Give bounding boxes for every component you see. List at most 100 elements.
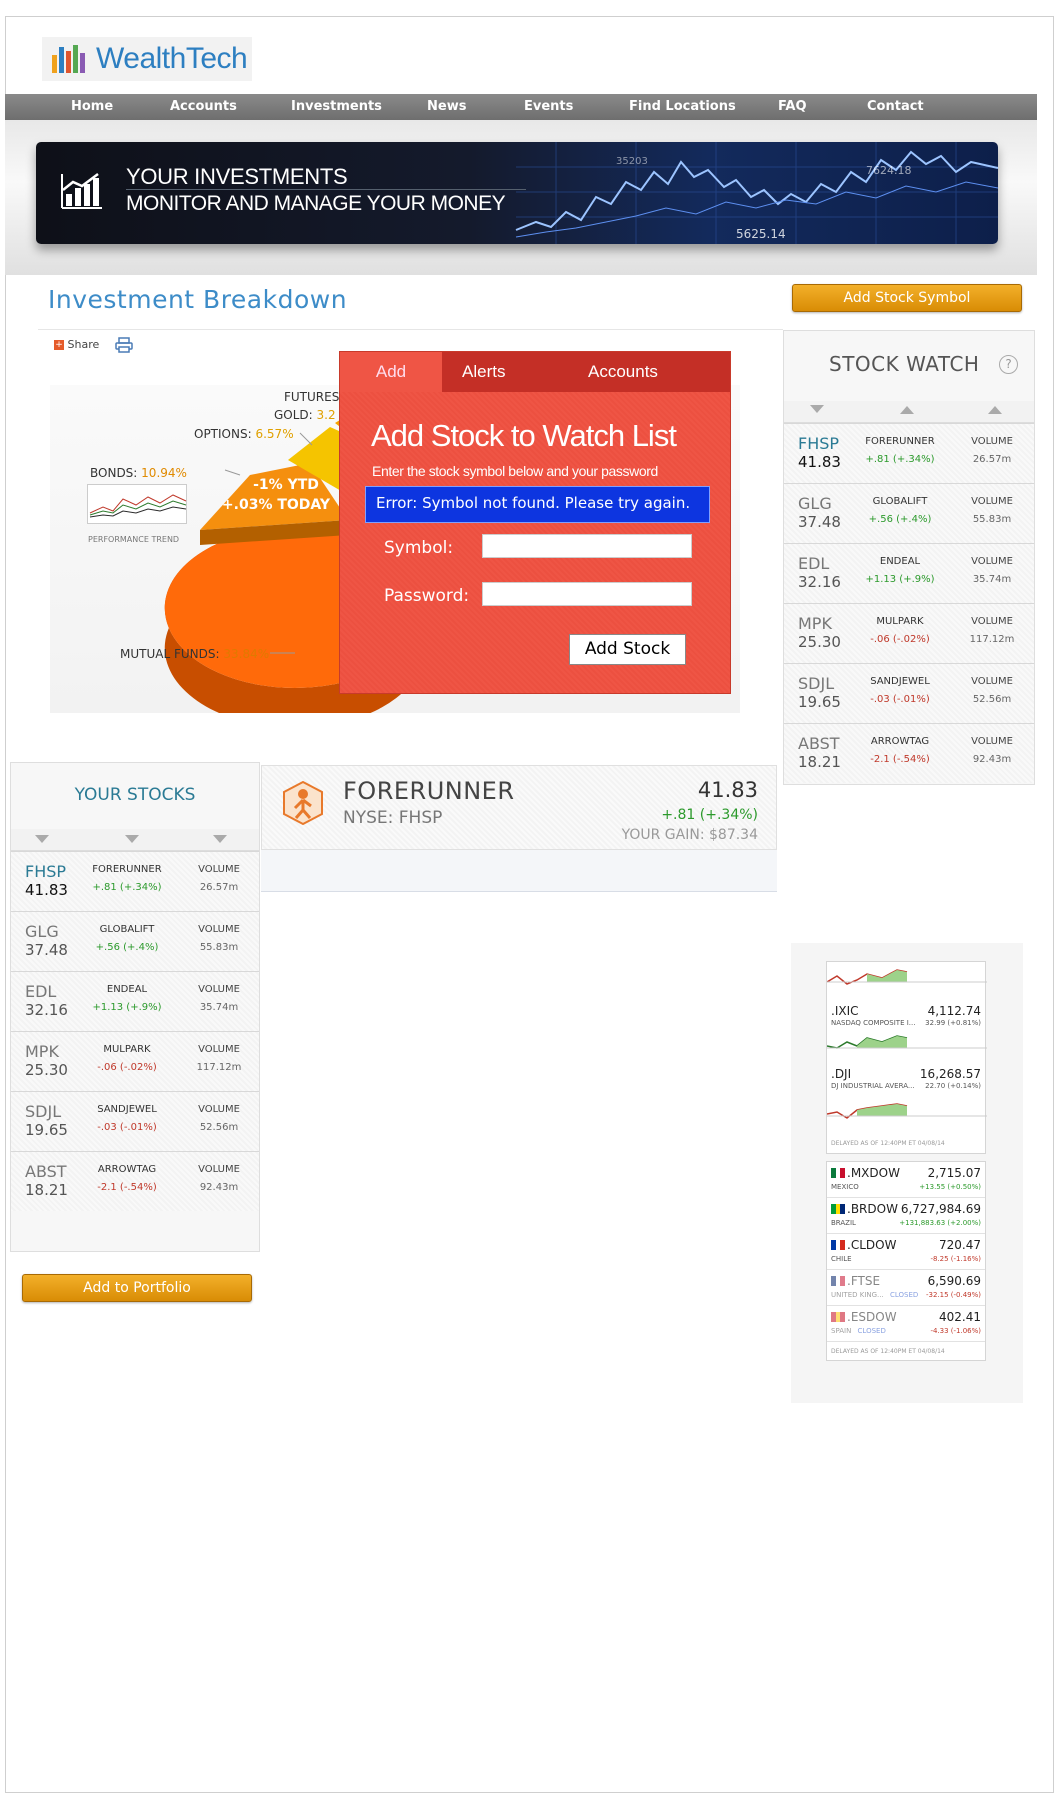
sort-down-icon[interactable] — [35, 835, 49, 843]
label-bonds: BONDS: 10.94% — [90, 466, 187, 480]
market-symbol: .MXDOW — [847, 1166, 900, 1180]
stock-symbol: FHSP — [25, 862, 67, 881]
add-to-portfolio-button[interactable]: Add to Portfolio — [22, 1274, 252, 1302]
help-icon[interactable]: ? — [999, 355, 1018, 374]
stock-row[interactable]: FHSP 41.83 FORERUNNER +.81 (+.34%) VOLUME 26.… — [784, 423, 1034, 483]
stock-change: -.06 (-.02%) — [870, 634, 930, 645]
label-mutual-funds: MUTUAL FUNDS: 33.84% — [120, 647, 269, 661]
volume-label: VOLUME — [971, 736, 1013, 747]
nav-news[interactable]: News — [427, 99, 466, 114]
stock-row[interactable]: SDJL 19.65 SANDJEWEL -.03 (-.01%) VOLUME 52.5… — [11, 1091, 259, 1151]
sort-up-icon[interactable] — [900, 406, 914, 414]
stock-row[interactable]: ABST 18.21 ARROWTAG -2.1 (-.54%) VOLUME 92.43… — [11, 1151, 259, 1211]
world-market-row[interactable]: .MXDOW 2,715.07 MEXICO +13.55 (+0.50%) — [827, 1162, 985, 1198]
stock-symbol: ABST — [798, 734, 840, 753]
brand-name: WealthTech — [96, 42, 248, 75]
index-dji-symbol[interactable]: .DJI — [831, 1067, 851, 1081]
market-country: CHILE — [831, 1255, 852, 1263]
stock-row[interactable]: GLG 37.48 GLOBALIFT +.56 (+.4%) VOLUME 55.83m — [784, 483, 1034, 543]
label-mf-value: 33.84% — [223, 647, 270, 661]
brand-logo[interactable]: WealthTech — [42, 37, 252, 81]
market-status: CLOSED — [889, 1291, 919, 1299]
nav-home[interactable]: Home — [71, 99, 113, 114]
index-dji-change: 22.70 (+0.14%) — [925, 1082, 981, 1090]
nav-events[interactable]: Events — [524, 99, 573, 114]
label-gold-name: GOLD: — [274, 408, 313, 422]
stock-watch-list: FHSP 41.83 FORERUNNER +.81 (+.34%) VOLUME 26.… — [784, 423, 1034, 785]
stock-name: GLOBALIFT — [872, 496, 928, 507]
volume-label: VOLUME — [198, 1104, 240, 1115]
market-value: 720.47 — [939, 1238, 981, 1252]
sort-down-icon[interactable] — [810, 405, 824, 413]
stock-row[interactable]: GLG 37.48 GLOBALIFT +.56 (+.4%) VOLUME 55.83m — [11, 911, 259, 971]
volume-value: 52.56m — [199, 1122, 239, 1133]
delayed-note: DELAYED AS OF 12:40PM ET 04/08/14 — [831, 1140, 945, 1147]
stock-price: 37.48 — [798, 513, 841, 531]
country-flag-icon — [831, 1276, 845, 1286]
add-stock-modal: Add Alerts Accounts Add Stock to Watch L… — [339, 351, 731, 694]
world-market-row[interactable]: .CLDOW 720.47 CHILE -8.25 (-1.16%) — [827, 1234, 985, 1270]
label-gold-value: 3.2 — [316, 408, 336, 422]
share-plus-icon[interactable]: + — [54, 340, 64, 350]
stock-name: FORERUNNER — [92, 864, 162, 875]
index-ixic-symbol[interactable]: .IXIC — [831, 1004, 859, 1018]
market-country: SPAIN CLOSED — [831, 1327, 886, 1335]
stock-symbol: FHSP — [798, 434, 840, 453]
featured-stock-card[interactable]: FORERUNNER NYSE: FHSP 41.83 +.81 (+.34%)… — [261, 765, 777, 850]
stock-row[interactable]: EDL 32.16 ENDEAL +1.13 (+.9%) VOLUME 35.74m — [11, 971, 259, 1031]
nav-faq[interactable]: FAQ — [778, 99, 807, 114]
symbol-input[interactable] — [482, 534, 692, 558]
stock-row[interactable]: SDJL 19.65 SANDJEWEL -.03 (-.01%) VOLUME 52.5… — [784, 663, 1034, 723]
nav-find-locations[interactable]: Find Locations — [629, 99, 736, 114]
add-stock-button[interactable]: Add Stock — [569, 634, 686, 665]
stock-row[interactable]: ABST 18.21 ARROWTAG -2.1 (-.54%) VOLUME 92.43… — [784, 723, 1034, 783]
stock-price: 18.21 — [25, 1181, 68, 1199]
world-market-row[interactable]: .BRDOW 6,727,984.69 BRAZIL +131,883.63 (+2.… — [827, 1198, 985, 1234]
world-market-row[interactable]: .FTSE 6,590.69 UNITED KING... CLOSED -32.15… — [827, 1270, 985, 1306]
stock-row[interactable]: MPK 25.30 MULPARK -.06 (-.02%) VOLUME 117.12m — [11, 1031, 259, 1091]
main-nav: Home Accounts Investments News Events Fi… — [5, 94, 1037, 120]
logo-bars-icon — [52, 45, 85, 73]
world-market-row[interactable]: .ESDOW 402.41 SPAIN CLOSED -4.33 (-1.06%) — [827, 1306, 985, 1342]
stock-price: 32.16 — [25, 1001, 68, 1019]
banner-ticker-7624: 7624.18 — [866, 164, 912, 177]
password-input[interactable] — [482, 582, 692, 606]
nav-contact[interactable]: Contact — [867, 99, 924, 114]
sort-down-icon[interactable] — [213, 835, 227, 843]
volume-value: 35.74m — [972, 574, 1012, 585]
stock-row[interactable]: MPK 25.30 MULPARK -.06 (-.02%) VOLUME 117.12m — [784, 603, 1034, 663]
tab-alerts[interactable]: Alerts — [462, 352, 505, 392]
volume-label: VOLUME — [971, 556, 1013, 567]
nav-accounts[interactable]: Accounts — [170, 99, 237, 114]
stock-row[interactable]: FHSP 41.83 FORERUNNER +.81 (+.34%) VOLUME 26.… — [11, 851, 259, 911]
banner-subhead: MONITOR AND MANAGE YOUR MONEY — [126, 192, 506, 215]
tab-accounts[interactable]: Accounts — [588, 352, 658, 392]
title-divider — [38, 329, 783, 330]
sort-down-icon[interactable] — [125, 835, 139, 843]
volume-label: VOLUME — [971, 676, 1013, 687]
market-value: 6,590.69 — [927, 1274, 981, 1288]
stock-name: ENDEAL — [106, 984, 148, 995]
dji-sparkline — [827, 1035, 987, 1049]
volume-value: 26.57m — [972, 454, 1012, 465]
hero-banner: 5625.14 7624.18 35203 YOUR INVESTMENTS M… — [36, 142, 998, 244]
print-icon[interactable] — [115, 337, 133, 353]
label-mf-name: MUTUAL FUNDS: — [120, 647, 220, 661]
share-link[interactable]: Share — [68, 338, 100, 351]
third-sparkline — [827, 1103, 987, 1119]
nav-investments[interactable]: Investments — [291, 99, 382, 114]
stock-price: 37.48 — [25, 941, 68, 959]
trend-sparkline — [89, 494, 187, 518]
stock-change: -.06 (-.02%) — [97, 1062, 157, 1073]
market-country: BRAZIL — [831, 1219, 856, 1227]
sort-up-icon[interactable] — [988, 406, 1002, 414]
tab-add[interactable]: Add — [340, 352, 442, 392]
volume-value: 117.12m — [969, 634, 1015, 645]
today-text: +.03% TODAY — [221, 497, 331, 513]
market-symbol: .FTSE — [847, 1274, 881, 1288]
stock-row[interactable]: EDL 32.16 ENDEAL +1.13 (+.9%) VOLUME 35.74m — [784, 543, 1034, 603]
banner-ticker-5625: 5625.14 — [736, 227, 786, 241]
add-stock-symbol-button[interactable]: Add Stock Symbol — [792, 284, 1022, 312]
market-value: 2,715.07 — [927, 1166, 981, 1180]
stock-change: +.56 (+.4%) — [95, 942, 159, 953]
